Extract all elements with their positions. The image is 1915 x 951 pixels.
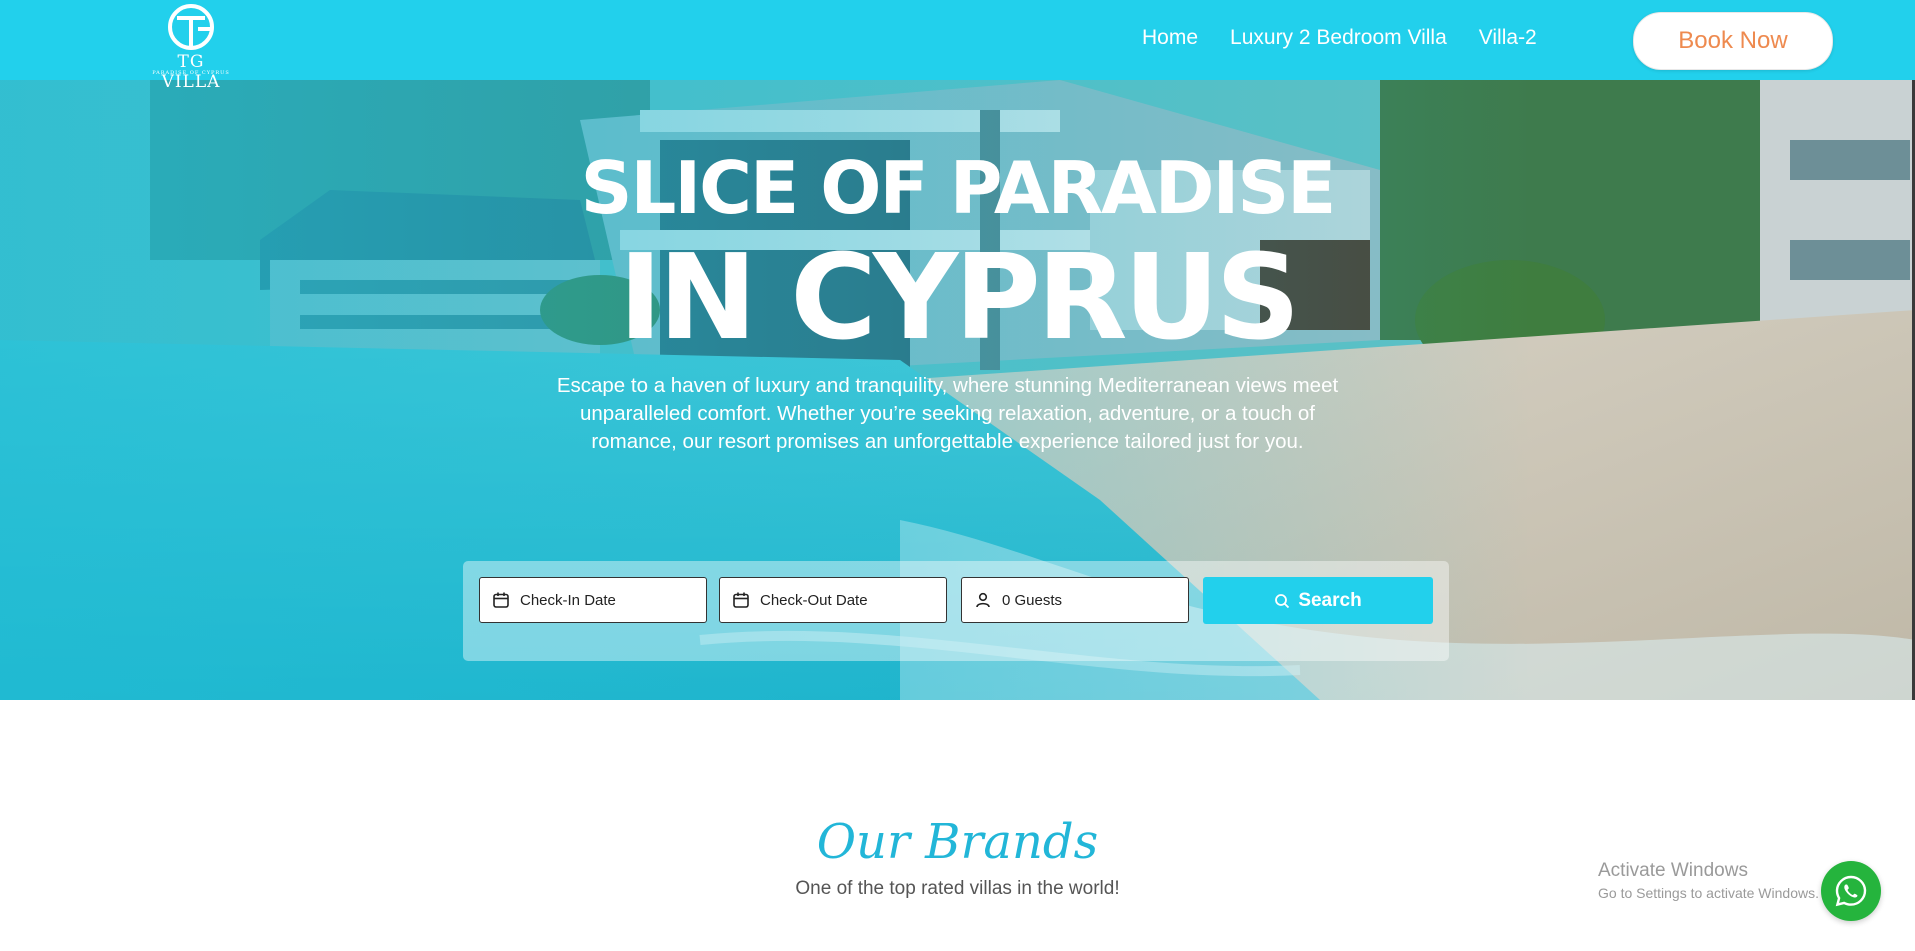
search-icon: [1274, 593, 1290, 609]
guests-field[interactable]: 0 Guests: [961, 577, 1189, 623]
guests-label: 0 Guests: [1002, 591, 1063, 609]
calendar-icon: [732, 591, 750, 609]
activate-windows-title: Activate Windows: [1598, 860, 1748, 881]
hero-section: SLICE OF PARADISE IN CYPRUS Escape to a …: [0, 80, 1915, 700]
main-nav: Home Luxury 2 Bedroom Villa Villa-2: [1142, 26, 1537, 50]
activate-windows-watermark: Activate Windows Go to Settings to activ…: [1598, 860, 1819, 901]
book-now-button[interactable]: Book Now: [1633, 12, 1833, 70]
activate-windows-subtitle: Go to Settings to activate Windows.: [1598, 885, 1819, 901]
search-button[interactable]: Search: [1203, 577, 1433, 624]
nav-villa-2[interactable]: Villa-2: [1479, 26, 1537, 50]
check-in-label: Check-In Date: [520, 591, 616, 609]
nav-home[interactable]: Home: [1142, 26, 1198, 50]
booking-bar: Check-In Date Check-Out Date 0 Guests Se…: [463, 561, 1449, 661]
calendar-icon: [492, 591, 510, 609]
check-in-date-field[interactable]: Check-In Date: [479, 577, 707, 623]
hero-description: Escape to a haven of luxury and tranquil…: [556, 374, 1339, 453]
whatsapp-icon: [1834, 874, 1868, 908]
logo-tagline: PARADISE OF CYPRUS: [152, 70, 230, 76]
site-header: TG VILLA PARADISE OF CYPRUS Home Luxury …: [0, 0, 1915, 92]
user-icon: [974, 591, 992, 609]
whatsapp-chat-button[interactable]: [1821, 861, 1881, 921]
logo[interactable]: TG VILLA PARADISE OF CYPRUS: [145, 2, 237, 92]
hero-title-line1: SLICE OF PARADISE: [580, 146, 1337, 230]
logo-mark-icon: [168, 4, 214, 50]
search-button-label: Search: [1298, 589, 1362, 611]
check-out-label: Check-Out Date: [760, 591, 868, 609]
check-out-date-field[interactable]: Check-Out Date: [719, 577, 947, 623]
hero-title-line2: IN CYPRUS: [618, 228, 1301, 366]
nav-luxury-2-bedroom-villa[interactable]: Luxury 2 Bedroom Villa: [1230, 26, 1447, 50]
